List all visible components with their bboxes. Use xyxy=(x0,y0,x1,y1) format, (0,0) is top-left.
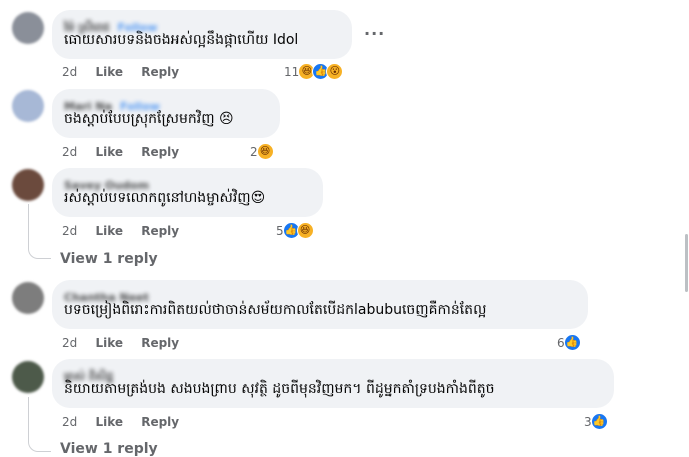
reaction-count: 11 xyxy=(284,64,300,79)
reaction-summary[interactable]: 2 😆 xyxy=(250,143,274,160)
haha-reaction-icon: 😆 xyxy=(296,222,314,239)
comment-time: 2d xyxy=(62,415,78,429)
follow-link[interactable]: Follow xyxy=(118,21,158,34)
like-reaction-icon: 👍 xyxy=(590,413,608,430)
reply-button[interactable]: Reply xyxy=(141,224,179,238)
comment-actions: 2d Like Reply xyxy=(62,145,193,159)
reaction-summary[interactable]: 6 👍 xyxy=(557,334,581,351)
comment-actions: 2d Like Reply xyxy=(62,224,193,238)
comment-bubble: ម៉ៃ ស្រីពេជ Follow ធោយសារបទនិងចងអស់ល្អនឹង… xyxy=(52,10,352,59)
comment-time: 2d xyxy=(62,145,78,159)
comment-time: 2d xyxy=(62,65,78,79)
reply-button[interactable]: Reply xyxy=(141,145,179,159)
view-replies-link[interactable]: View 1 reply xyxy=(60,251,158,267)
reaction-summary[interactable]: 5 👍 😆 xyxy=(276,222,314,239)
scrollbar[interactable] xyxy=(685,234,688,292)
commenter-name[interactable]: Mari Na xyxy=(64,100,112,113)
wow-reaction-icon: 😮 xyxy=(326,63,344,80)
reaction-summary[interactable]: 3 👍 xyxy=(584,413,608,430)
reply-button[interactable]: Reply xyxy=(141,415,179,429)
commenter-name[interactable]: ម៉ៃ ស្រីពេជ xyxy=(64,21,110,34)
comment-actions: 2d Like Reply xyxy=(62,65,193,79)
avatar[interactable] xyxy=(12,90,44,122)
commenter-name[interactable]: Savey Oudom xyxy=(64,179,149,192)
comment-bubble: Chantha Neet បទចម្រៀងពិរោះការពិតយល់ថាចាន… xyxy=(52,280,588,329)
follow-link[interactable]: Follow xyxy=(120,100,160,113)
avatar[interactable] xyxy=(12,282,44,314)
haha-reaction-icon: 😆 xyxy=(256,143,274,160)
comment-bubble: ម្ចាស់ ពិសិដ្ឋ និយាយតាមត្រង់បង សងបងព្រាប… xyxy=(52,359,614,408)
thread-connector xyxy=(28,397,51,452)
like-button[interactable]: Like xyxy=(95,145,123,159)
like-reaction-icon: 👍 xyxy=(563,334,581,351)
reply-button[interactable]: Reply xyxy=(141,65,179,79)
avatar[interactable] xyxy=(12,169,44,201)
comment-actions: 2d Like Reply xyxy=(62,336,193,350)
like-button[interactable]: Like xyxy=(95,415,123,429)
comment-time: 2d xyxy=(62,224,78,238)
like-button[interactable]: Like xyxy=(95,336,123,350)
comment-time: 2d xyxy=(62,336,78,350)
like-button[interactable]: Like xyxy=(95,65,123,79)
commenter-name[interactable]: Chantha Neet xyxy=(64,291,149,304)
thread-connector xyxy=(28,204,51,259)
avatar[interactable] xyxy=(12,12,44,44)
like-button[interactable]: Like xyxy=(95,224,123,238)
avatar[interactable] xyxy=(12,361,44,393)
comment-actions: 2d Like Reply xyxy=(62,415,193,429)
view-replies-link[interactable]: View 1 reply xyxy=(60,441,158,457)
commenter-name[interactable]: ម្ចាស់ ពិសិដ្ឋ xyxy=(64,370,113,383)
comment-bubble: Mari Na Follow ចងស្តាប់បែបស្រុកស្រែមកវិញ … xyxy=(52,89,280,138)
comment-bubble: Savey Oudom រស់ស្តាប់បទលោកពូនៅហងម្ចាស់វិ… xyxy=(52,168,323,217)
reply-button[interactable]: Reply xyxy=(141,336,179,350)
more-options-icon[interactable]: ··· xyxy=(364,24,385,43)
reaction-summary[interactable]: 11 😆 👍 😮 xyxy=(284,63,344,80)
comment-text: និយាយតាមត្រង់បង សងបងព្រាប សុវត្ថិ ដូចពីម… xyxy=(64,381,495,397)
